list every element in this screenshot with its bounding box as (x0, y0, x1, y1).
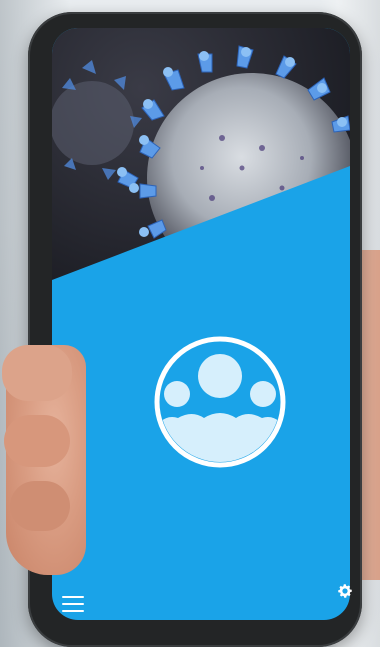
hamburger-menu-icon[interactable] (62, 596, 84, 612)
finger (10, 481, 70, 531)
finger (2, 345, 72, 401)
finger (4, 415, 70, 467)
community-group-icon (154, 336, 286, 468)
gear-icon[interactable] (336, 582, 354, 600)
phone-screen (52, 28, 350, 620)
menu-bar (62, 603, 84, 605)
hero-virus-image (52, 28, 350, 328)
left-hand-thumb (2, 345, 86, 575)
menu-bar (62, 596, 84, 598)
menu-bar (62, 610, 84, 612)
